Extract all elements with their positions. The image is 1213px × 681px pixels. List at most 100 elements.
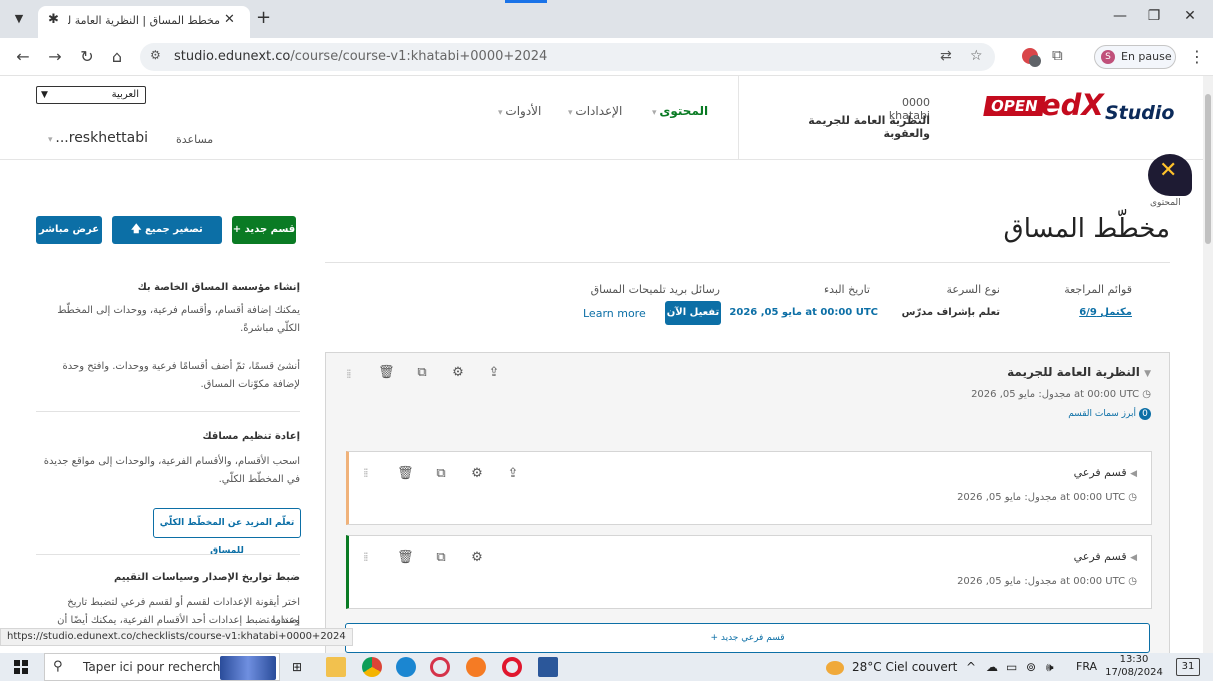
tab-loading-indicator bbox=[505, 0, 547, 3]
network-icon[interactable]: ⊚ bbox=[1026, 660, 1036, 674]
extension-adblock-icon[interactable] bbox=[1020, 46, 1042, 68]
studio-page: ▼ العربية ▾ ...reskhettabi مساعدة ▾ الأد… bbox=[0, 76, 1203, 653]
profile-button[interactable]: S En pause bbox=[1094, 45, 1176, 69]
start-date-value[interactable]: مايو 05, 2026 at 00:00 UTC bbox=[728, 307, 878, 318]
browser-menu-icon[interactable]: ⋮ bbox=[1186, 47, 1208, 66]
duplicate-icon[interactable]: ⧉ bbox=[414, 365, 430, 380]
avatar: S bbox=[1101, 50, 1115, 64]
chevron-down-icon: ▼ bbox=[41, 90, 48, 100]
divider bbox=[325, 262, 1170, 263]
nav-settings[interactable]: ▾ الإعدادات bbox=[568, 104, 622, 118]
chevron-down-icon: ▼ bbox=[1144, 369, 1151, 379]
outline-section: ⁞⁞ 🗑 ⧉ ⚙ ⇪ النظرية العامة للجريمة ▼ مجدو… bbox=[325, 352, 1170, 653]
drag-handle-icon[interactable]: ⁞⁞ bbox=[346, 367, 351, 381]
section-highlights-link[interactable]: أبرز سمات القسم 0 bbox=[1068, 408, 1151, 420]
view-live-button[interactable]: عرض مباشر bbox=[36, 216, 102, 244]
delete-icon[interactable]: 🗑 bbox=[397, 550, 414, 565]
clock-date[interactable]: 17/08/2024 bbox=[1104, 667, 1164, 678]
clock-icon: ◷ bbox=[1142, 389, 1151, 400]
divider bbox=[36, 554, 300, 555]
opera-gx-icon[interactable] bbox=[430, 657, 450, 677]
tray-cloud-icon[interactable]: ☁ bbox=[986, 660, 998, 674]
settings-gear-icon[interactable]: ⚙ bbox=[450, 365, 466, 380]
highlights-count-badge: 0 bbox=[1139, 408, 1151, 420]
breadcrumb[interactable]: المحتوى bbox=[1150, 198, 1181, 208]
new-section-button[interactable]: + قسم جديد bbox=[232, 216, 296, 244]
course-helper-icon[interactable]: ✕ bbox=[1148, 154, 1192, 196]
search-highlight-image bbox=[220, 656, 276, 680]
tab-favicon-icon: ✱ bbox=[48, 12, 59, 27]
plus-icon: + bbox=[710, 633, 721, 643]
clock-time[interactable]: 13:30 bbox=[1104, 654, 1164, 665]
learn-outline-button[interactable]: تعلّم المزيد عن المخطّط الكلّي للمساق bbox=[153, 508, 301, 556]
sidebar-heading: إعادة تنظيم مساقك bbox=[202, 431, 301, 442]
tab-close-icon[interactable]: ✕ bbox=[224, 12, 235, 27]
opera-icon[interactable] bbox=[502, 657, 522, 677]
subsection-title[interactable]: قسم فرعي ◀ bbox=[1074, 550, 1137, 563]
language-indicator[interactable]: FRA bbox=[1076, 660, 1097, 673]
home-icon[interactable]: ⌂ bbox=[106, 47, 128, 66]
chrome-icon[interactable] bbox=[362, 657, 382, 677]
delete-icon[interactable]: 🗑 bbox=[378, 365, 395, 380]
user-menu[interactable]: ▾ ...reskhettabi bbox=[48, 130, 148, 146]
minimize-button[interactable]: — bbox=[1105, 8, 1135, 24]
learn-more-link[interactable]: Learn more bbox=[583, 307, 646, 320]
language-select[interactable]: ▼ العربية bbox=[36, 86, 146, 104]
settings-gear-icon[interactable]: ⚙ bbox=[469, 466, 485, 481]
drag-handle-icon[interactable]: ⁞⁞ bbox=[363, 466, 368, 480]
back-arrow-icon[interactable]: ← bbox=[12, 47, 34, 66]
taskbar-search[interactable]: ⚲ Taper ici pour rechercher bbox=[44, 653, 280, 681]
pacing-value: تعلم بإشراف مدرّس bbox=[901, 307, 1000, 318]
course-name[interactable]: النظرية العامة للجريمة والعقوبة bbox=[760, 114, 930, 140]
section-schedule: مجدول: مايو 05, 2026 at 00:00 UTC ◷ bbox=[971, 389, 1151, 400]
new-subsection-button[interactable]: + قسم فرعي جديد bbox=[345, 623, 1150, 653]
openedx-studio-logo[interactable]: OPEN edX Studio bbox=[983, 88, 1174, 132]
firefox-icon[interactable] bbox=[466, 657, 486, 677]
weather-text[interactable]: 28°C Ciel couvert bbox=[852, 660, 957, 674]
restore-button[interactable]: ❐ bbox=[1139, 8, 1169, 24]
task-view-icon[interactable]: ⊞ bbox=[292, 660, 302, 674]
battery-icon[interactable]: ▭ bbox=[1006, 660, 1017, 674]
duplicate-icon[interactable]: ⧉ bbox=[433, 466, 449, 481]
page-scrollbar[interactable] bbox=[1203, 76, 1213, 653]
reload-icon[interactable]: ↻ bbox=[76, 47, 98, 66]
delete-icon[interactable]: 🗑 bbox=[397, 466, 414, 481]
windows-start-icon[interactable] bbox=[14, 660, 28, 674]
file-explorer-icon[interactable] bbox=[326, 657, 346, 677]
duplicate-icon[interactable]: ⧉ bbox=[433, 550, 449, 565]
notifications-badge[interactable]: 31 bbox=[1176, 658, 1200, 676]
profile-label: En pause bbox=[1121, 50, 1172, 63]
forward-arrow-icon[interactable]: → bbox=[44, 47, 66, 66]
edge-icon[interactable] bbox=[396, 657, 416, 677]
browser-tab-active[interactable]: ✱ مخطط المساق | النظرية العامة لـ ✕ bbox=[38, 6, 250, 38]
bookmark-star-icon[interactable]: ☆ bbox=[970, 48, 983, 64]
tab-search-chevron-icon[interactable]: ▼ bbox=[8, 9, 30, 29]
nav-tools[interactable]: ▾ الأدوات bbox=[498, 104, 541, 118]
word-icon[interactable] bbox=[538, 657, 558, 677]
sidebar-text: يمكنك إضافة أقسام، وأقسام فرعية، ووحدات … bbox=[57, 305, 300, 334]
publish-upload-icon[interactable]: ⇪ bbox=[486, 365, 502, 380]
volume-icon[interactable]: 🕪 bbox=[1046, 660, 1054, 675]
extensions-puzzle-icon[interactable]: ⧉ bbox=[1052, 46, 1074, 68]
close-window-button[interactable]: ✕ bbox=[1175, 8, 1205, 24]
pacing-label: نوع السرعة bbox=[946, 283, 1000, 296]
settings-gear-icon[interactable]: ⚙ bbox=[469, 550, 485, 565]
subsection-title[interactable]: قسم فرعي ◀ bbox=[1074, 466, 1137, 479]
start-date-label: تاريخ البدء bbox=[823, 283, 870, 296]
checklists-value[interactable]: مكتمل 6/9 bbox=[1030, 307, 1132, 318]
tray-chevron-up-icon[interactable]: ^ bbox=[966, 660, 976, 674]
publish-upload-icon[interactable]: ⇪ bbox=[505, 466, 521, 481]
section-title[interactable]: النظرية العامة للجريمة ▼ bbox=[1007, 365, 1151, 379]
browser-toolbar: ← → ↻ ⌂ ⚙ studio.edunext.co/course/cours… bbox=[0, 38, 1213, 76]
translate-icon[interactable]: ⇄ bbox=[940, 48, 952, 64]
help-link[interactable]: مساعدة bbox=[176, 133, 213, 146]
collapse-all-button[interactable]: 🡅 تصغير جميع الأقسام bbox=[112, 216, 222, 263]
site-info-icon[interactable]: ⚙ bbox=[150, 48, 161, 62]
address-bar[interactable]: ⚙ studio.edunext.co/course/course-v1:kha… bbox=[140, 43, 995, 71]
activate-now-button[interactable]: تفعيل الآن bbox=[665, 301, 721, 325]
drag-handle-icon[interactable]: ⁞⁞ bbox=[363, 550, 368, 564]
sidebar-heading: ضبط تواريخ الإصدار وسياسات التقييم bbox=[113, 572, 300, 583]
new-tab-button[interactable]: + bbox=[256, 7, 271, 28]
nav-content[interactable]: ▾ المحتوى bbox=[652, 104, 708, 118]
scrollbar-thumb[interactable] bbox=[1205, 94, 1211, 244]
